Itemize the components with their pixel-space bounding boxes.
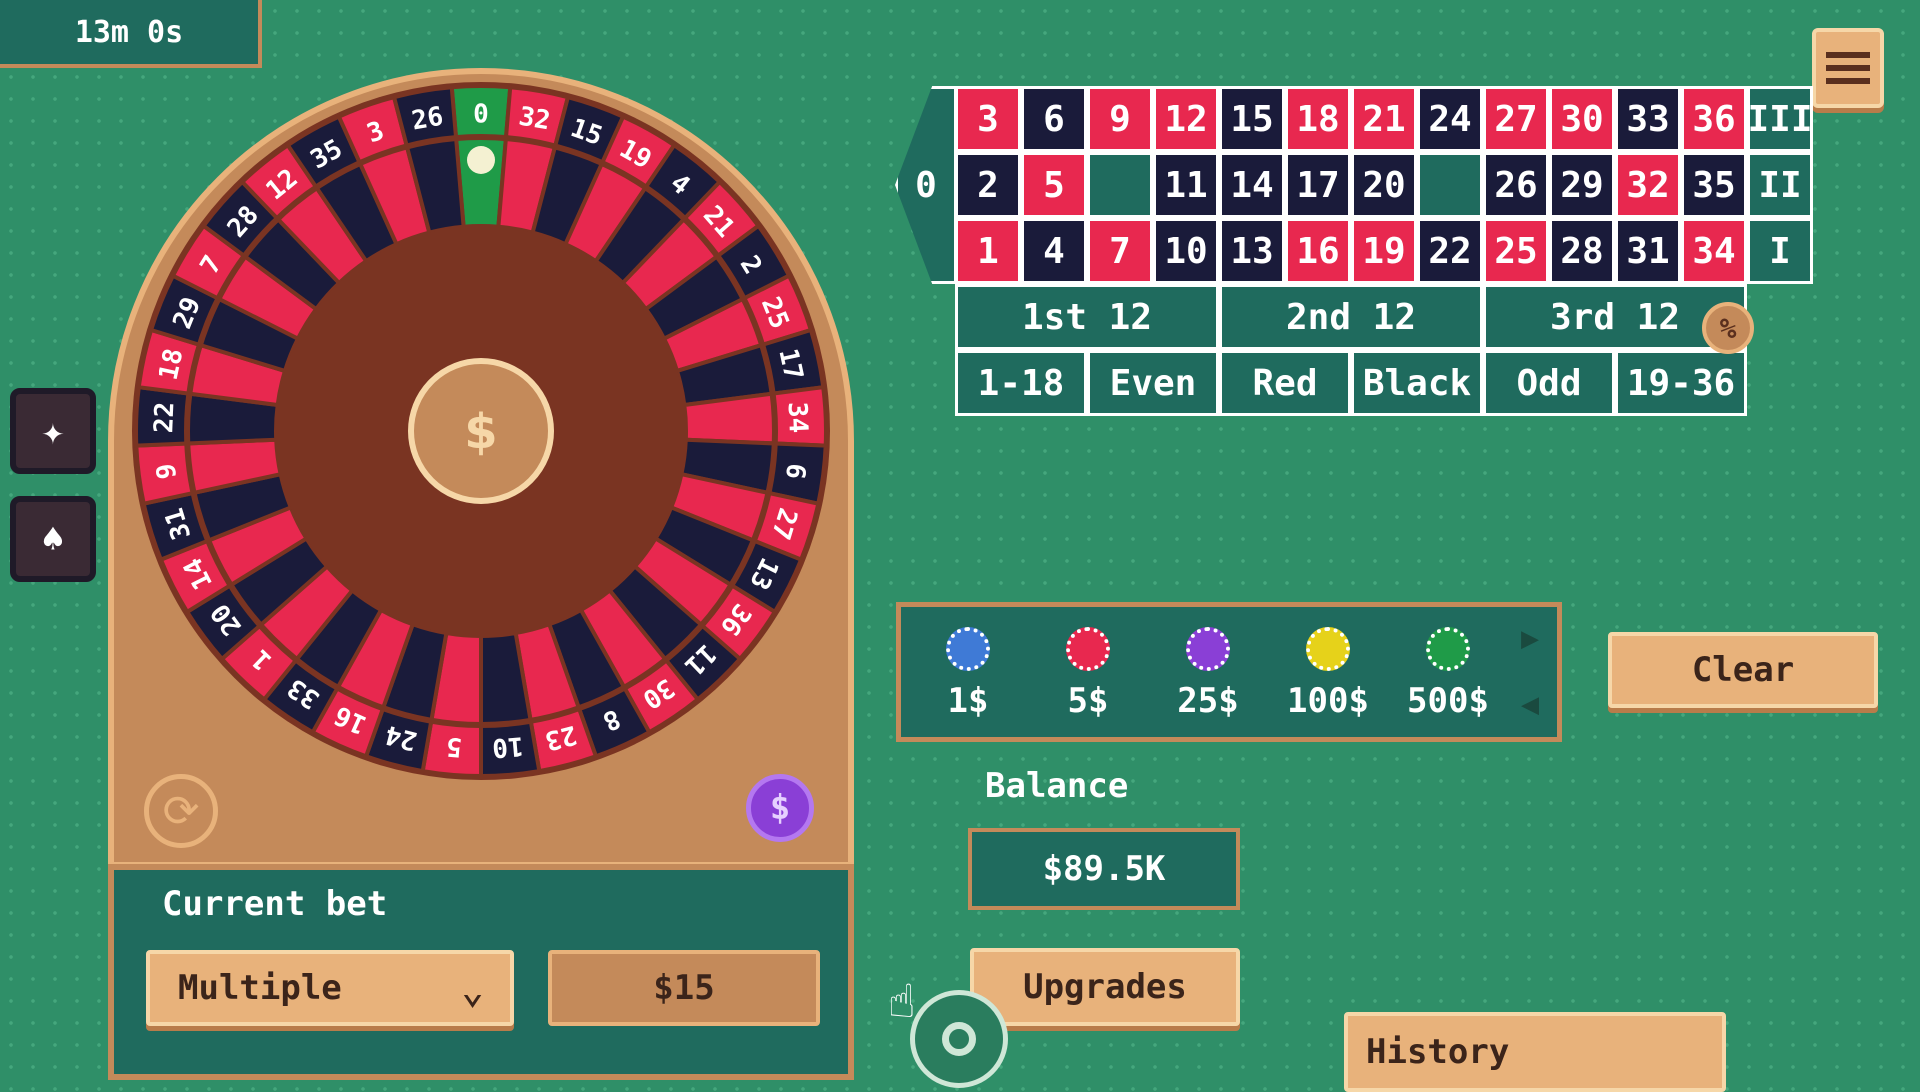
table-number[interactable]: 15 [1219,86,1285,152]
table-number[interactable]: 3 [955,86,1021,152]
table-number[interactable]: 28 [1549,218,1615,284]
table-number[interactable]: 22 [1417,218,1483,284]
upgrades-button[interactable]: Upgrades [970,948,1240,1026]
history-button[interactable]: History [1344,1012,1726,1092]
arrow-left-icon[interactable]: ◀ [1521,687,1539,722]
table-number[interactable]: 35 [1681,152,1747,218]
table-number[interactable]: 10 [1153,218,1219,284]
chip-label: 100$ [1287,681,1369,721]
timer: 13m 0s [0,0,262,68]
wheel-number: 26 [410,102,446,137]
outside-bet[interactable]: Even [1087,350,1219,416]
outside-bet[interactable]: Black [1351,350,1483,416]
roulette-ball [467,146,495,174]
wheel-number: 5 [445,731,463,762]
menu-button[interactable] [1812,28,1884,108]
chip-icon [1186,627,1230,671]
table-number[interactable]: 21 [1351,86,1417,152]
column-bet[interactable]: II [1747,152,1813,218]
table-number[interactable]: 14 [1219,152,1285,218]
table-number[interactable]: 20 [1351,152,1417,218]
table-number[interactable]: 5 [1021,152,1087,218]
table-number[interactable]: 13 [1219,218,1285,284]
table-number[interactable]: 31 [1615,218,1681,284]
wheel-number: 32 [517,102,553,137]
wheel-number: 34 [782,401,813,434]
column-bet[interactable]: III [1747,86,1813,152]
percent-icon[interactable]: % [1702,302,1754,354]
outside-bet[interactable]: 1-18 [955,350,1087,416]
betting-table: 0 3 6 9 12 15 18 21 24 27 30 33 36 2 5 11 14 17 20 26 29 32 35… [895,86,1813,426]
dozen-bet[interactable]: 2nd 12 [1219,284,1483,350]
refresh-icon[interactable]: ⟳ [144,774,218,848]
table-zero[interactable]: 0 [895,86,957,284]
menu-icon [1826,52,1870,58]
table-number[interactable]: 30 [1549,86,1615,152]
table-number[interactable]: 17 [1285,152,1351,218]
chip-selector: 1$ 5$ 25$ 100$ 500$ ▶ ◀ [896,602,1562,742]
bet-mode-select[interactable]: Multiple ⌄ [146,950,514,1026]
dollar-icon[interactable]: $ [746,774,814,842]
chevron-down-icon: ⌄ [461,968,484,1012]
balance-label: Balance [985,766,1129,806]
chip-label: 500$ [1407,681,1489,721]
wheel-number: 10 [491,730,525,763]
chip-label: 5$ [1067,681,1109,721]
chip-icon [1306,627,1350,671]
table-number[interactable]: 32 [1615,152,1681,218]
chip-25$[interactable]: 25$ [1153,627,1263,721]
table-number[interactable]: 12 [1153,86,1219,152]
dollar-icon: $ [464,404,497,460]
dozen-bet[interactable]: 1st 12 [955,284,1219,350]
roulette-wheel: 0 32 1519421225173462713361130823105241633… [132,82,830,780]
chip-icon [1426,627,1470,671]
chip-5$[interactable]: 5$ [1033,627,1143,721]
table-number[interactable]: 27 [1483,86,1549,152]
wheel-number: 22 [149,401,180,434]
ring-indicator [910,990,1008,1088]
table-number[interactable] [1087,152,1153,218]
chip-label: 25$ [1177,681,1239,721]
chip-icon [946,627,990,671]
table-number[interactable]: 2 [955,152,1021,218]
table-number[interactable]: 6 [1021,86,1087,152]
table-number[interactable]: 7 [1087,218,1153,284]
table-number[interactable]: 11 [1153,152,1219,218]
arrow-right-icon[interactable]: ▶ [1521,621,1539,656]
current-bet-label: Current bet [162,884,388,924]
table-number[interactable]: 16 [1285,218,1351,284]
table-number[interactable]: 25 [1483,218,1549,284]
table-number[interactable]: 4 [1021,218,1087,284]
wheel-number: 0 [473,100,489,130]
outside-bet[interactable]: Odd [1483,350,1615,416]
clear-button[interactable]: Clear [1608,632,1878,708]
table-number[interactable] [1417,152,1483,218]
chip-icon[interactable]: ♠ [10,496,96,582]
outside-bet[interactable]: Red [1219,350,1351,416]
table-number[interactable]: 1 [955,218,1021,284]
table-number[interactable]: 36 [1681,86,1747,152]
table-number[interactable]: 34 [1681,218,1747,284]
table-number[interactable]: 9 [1087,86,1153,152]
chip-icon [1066,627,1110,671]
table-number[interactable]: 18 [1285,86,1351,152]
column-bet[interactable]: I [1747,218,1813,284]
chip-label: 1$ [947,681,989,721]
balance-value: $89.5K [968,828,1240,910]
chip-100$[interactable]: 100$ [1273,627,1383,721]
table-number[interactable]: 29 [1549,152,1615,218]
bet-amount: $15 [548,950,820,1026]
bet-mode-value: Multiple [178,968,342,1008]
chip-500$[interactable]: 500$ [1393,627,1503,721]
outside-bet[interactable]: 19-36 [1615,350,1747,416]
pointer-icon: ☝ [888,974,916,1028]
table-number[interactable]: 33 [1615,86,1681,152]
table-number[interactable]: 19 [1351,218,1417,284]
table-number[interactable]: 24 [1417,86,1483,152]
table-number[interactable]: 26 [1483,152,1549,218]
chip-1$[interactable]: 1$ [913,627,1023,721]
sparkles-icon[interactable]: ✦ [10,388,96,474]
